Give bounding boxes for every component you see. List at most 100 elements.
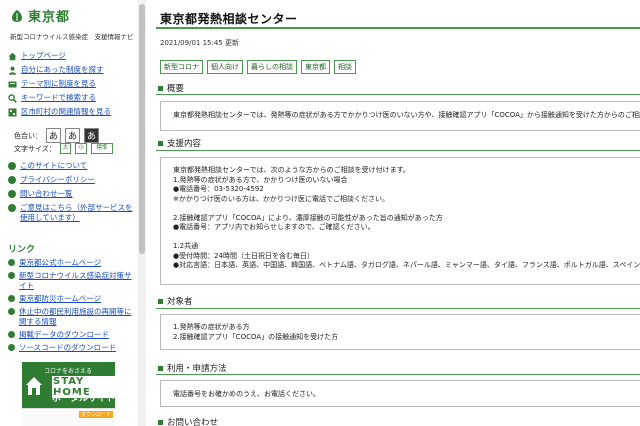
- sidebar-scrollbar[interactable]: [138, 0, 146, 426]
- banner-line1: コロナをおさえる: [44, 368, 92, 375]
- support-line: ※かかりつけ医のいる方は、かかりつけ医に電話でご相談ください。: [173, 194, 390, 203]
- nav-link-keyword[interactable]: キーワードで検索する: [21, 93, 96, 103]
- nav-item-theme[interactable]: テーマ別に制度を見る: [8, 79, 134, 89]
- info-link-feedback[interactable]: ご意見はこちら（外部サービスを使用しています）: [20, 203, 134, 223]
- support-line: 1.2共通: [173, 242, 199, 250]
- target-line: 2.接触確認アプリ「COCOA」の接触通知を受けた方: [173, 332, 339, 341]
- nav-link-theme[interactable]: テーマ別に制度を見る: [21, 79, 96, 89]
- section-marker: [158, 365, 163, 371]
- app-banner[interactable]: ダウンロード: [22, 408, 115, 426]
- bullet-icon: [8, 295, 15, 302]
- links-heading: リンク: [8, 245, 36, 255]
- info-item[interactable]: ご意見はこちら（外部サービスを使用しています）: [8, 203, 134, 223]
- target-box: 1.発熱等の症状がある方 2.接触確認アプリ「COCOA」の接触通知を受けた方: [160, 314, 640, 350]
- info-item[interactable]: このサイトについて: [8, 161, 134, 171]
- info-link-about[interactable]: このサイトについて: [20, 161, 87, 171]
- target-line: 1.発熱等の症状がある方: [173, 323, 250, 331]
- color-dark-button[interactable]: あ: [84, 128, 99, 143]
- link-item[interactable]: 掲載データのダウンロード: [8, 330, 134, 340]
- link-item[interactable]: ソースコードのダウンロード: [8, 343, 134, 353]
- scrollbar-thumb[interactable]: [139, 4, 145, 254]
- tag-covid[interactable]: 新型コロナ: [160, 60, 203, 74]
- tag-individual[interactable]: 個人向け: [207, 60, 243, 74]
- house-icon: [26, 377, 42, 395]
- site-subtitle: 新型コロナウイルス感染症 支援情報ナビ: [10, 33, 134, 41]
- link-facilities[interactable]: 休止中の都民利用施設の再開等に関する情報: [19, 307, 134, 327]
- support-line: ●電話番号：03-5320-4592: [173, 185, 264, 193]
- link-covid-site[interactable]: 新型コロナウイルス感染症対策サイト: [19, 271, 134, 291]
- usage-line: 電話番号をお確かめのうえ、お電話ください。: [173, 390, 320, 398]
- banner-line3: ポータルサイト: [52, 394, 116, 404]
- site-logo[interactable]: 東京都: [10, 6, 70, 25]
- section-heading-target: 対象者: [158, 295, 193, 307]
- nav-link-municipal[interactable]: 区市町村の関連情報を見る: [21, 107, 111, 117]
- logo-text: 東京都: [28, 10, 71, 25]
- text-size-label: 文字サイズ：: [14, 144, 56, 153]
- section-divider: [156, 150, 640, 151]
- bullet-icon: [8, 344, 15, 351]
- section-title: 概要: [167, 84, 185, 94]
- section-heading-usage: 利用・申請方法: [158, 362, 227, 374]
- info-link-privacy[interactable]: プライバシーポリシー: [20, 175, 95, 185]
- support-line: ●電話番号：アプリ内でお知らせしますので、ご確認ください。: [173, 223, 375, 231]
- support-line: 2.接触確認アプリ「COCOA」により、濃厚接触の可能性があった旨の通知があった…: [173, 213, 443, 222]
- info-item[interactable]: プライバシーポリシー: [8, 175, 134, 185]
- support-line: ●受付時間：24時間（土日祝日を含む毎日）: [173, 251, 315, 260]
- section-divider: [156, 308, 640, 309]
- section-divider: [156, 374, 640, 375]
- section-divider: [156, 94, 640, 95]
- section-title: 対象者: [167, 297, 193, 307]
- download-badge: ダウンロード: [78, 411, 113, 418]
- info-link-contact[interactable]: 問い合わせ一覧: [20, 189, 73, 199]
- link-tokyo-official[interactable]: 東京都公式ホームページ: [19, 258, 101, 268]
- info-item[interactable]: 問い合わせ一覧: [8, 189, 134, 199]
- support-spacer: [173, 204, 628, 214]
- nav-item-municipal[interactable]: 区市町村の関連情報を見る: [8, 107, 134, 117]
- overview-box: 東京都発熱相談センターでは、発熱等の症状がある方でかかりつけ医のいない方や、接触…: [160, 101, 640, 131]
- color-normal-button[interactable]: あ: [46, 128, 61, 143]
- tag-consult[interactable]: 相談: [334, 60, 356, 74]
- section-title: 支援内容: [167, 139, 202, 149]
- link-bousai[interactable]: 東京都防災ホームページ: [19, 294, 101, 304]
- search-icon: [8, 94, 17, 103]
- link-source-download[interactable]: ソースコードのダウンロード: [19, 343, 116, 353]
- nav-item-find[interactable]: 自分にあった制度を探す: [8, 65, 134, 75]
- nav-link-top[interactable]: トップページ: [21, 51, 66, 61]
- bullet-icon: [8, 308, 15, 315]
- link-item[interactable]: 休止中の都民利用施設の再開等に関する情報: [8, 307, 134, 327]
- link-item[interactable]: 新型コロナウイルス感染症対策サイト: [8, 271, 134, 291]
- nav-link-find[interactable]: 自分にあった制度を探す: [21, 65, 104, 75]
- usage-box: 電話番号をお確かめのうえ、お電話ください。: [160, 380, 640, 407]
- color-alt-button[interactable]: あ: [65, 128, 80, 143]
- bullet-icon: [8, 176, 16, 184]
- bullet-icon: [8, 190, 16, 198]
- section-title: 利用・申請方法: [167, 364, 227, 374]
- stay-home-banner[interactable]: コロナをおさえる STAY HOME ポータルサイト: [22, 362, 115, 414]
- home-icon: [8, 52, 17, 61]
- tag-living[interactable]: 暮らしの相談: [247, 60, 297, 74]
- text-large-button[interactable]: 大: [59, 143, 72, 154]
- map-icon: [8, 108, 17, 117]
- nav-item-top[interactable]: トップページ: [8, 51, 134, 61]
- color-controls: 色合い： あ あ あ: [14, 128, 99, 143]
- support-box: 東京都発熱相談センターでは、次のような方からのご相談を受け付けます。 1.発熱等…: [160, 157, 640, 285]
- section-marker: [158, 298, 163, 304]
- external-links: 東京都公式ホームページ 新型コロナウイルス感染症対策サイト 東京都防災ホームペー…: [8, 258, 134, 353]
- nav-item-keyword[interactable]: キーワードで検索する: [8, 93, 134, 103]
- tag-tokyo[interactable]: 東京都: [301, 60, 330, 74]
- link-item[interactable]: 東京都防災ホームページ: [8, 294, 134, 304]
- text-standard-button[interactable]: 標準: [90, 143, 113, 154]
- text-small-button[interactable]: 小: [75, 143, 87, 154]
- theme-icon: [8, 81, 17, 88]
- bullet-icon: [8, 331, 15, 338]
- link-item[interactable]: 東京都公式ホームページ: [8, 258, 134, 268]
- section-marker: [158, 85, 163, 91]
- bullet-icon: [8, 162, 16, 170]
- sidebar: 東京都 新型コロナウイルス感染症 支援情報ナビ トップページ 自分にあった制度を…: [0, 0, 139, 426]
- person-icon: [8, 66, 17, 75]
- bullet-icon: [8, 204, 16, 212]
- support-line: ●対応言語：日本語、英語、中国語、韓国語、ベトナム語、タガログ語、ネパール語、ミ…: [173, 261, 640, 269]
- link-data-download[interactable]: 掲載データのダウンロード: [19, 330, 109, 340]
- info-links: このサイトについて プライバシーポリシー 問い合わせ一覧 ご意見はこちら（外部サ…: [8, 161, 134, 223]
- bullet-icon: [8, 259, 15, 266]
